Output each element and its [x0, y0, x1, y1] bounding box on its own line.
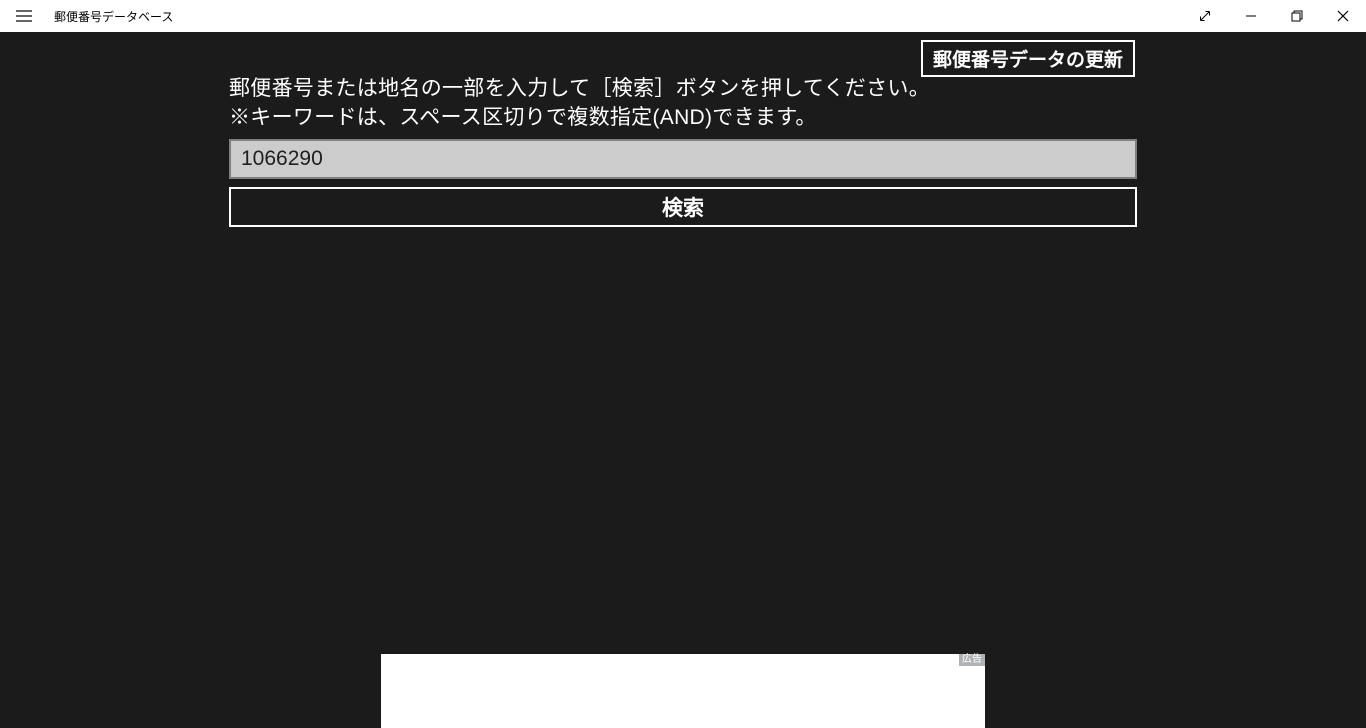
instructions-line1: 郵便番号または地名の一部を入力して［検索］ボタンを押してください。	[229, 74, 1137, 103]
search-button[interactable]: 検索	[229, 187, 1137, 227]
instructions-line2: ※キーワードは、スペース区切りで複数指定(AND)できます。	[229, 103, 1137, 132]
window-controls	[1182, 0, 1366, 32]
instructions-text: 郵便番号または地名の一部を入力して［検索］ボタンを押してください。 ※キーワード…	[229, 74, 1137, 133]
minimize-button[interactable]	[1228, 0, 1274, 32]
search-panel: 郵便番号または地名の一部を入力して［検索］ボタンを押してください。 ※キーワード…	[229, 74, 1137, 227]
close-icon	[1337, 10, 1349, 22]
fullscreen-icon	[1199, 10, 1211, 22]
search-input[interactable]	[229, 139, 1137, 179]
minimize-icon	[1245, 10, 1257, 22]
close-button[interactable]	[1320, 0, 1366, 32]
ad-area: 広告	[381, 654, 985, 728]
maximize-icon	[1291, 10, 1303, 22]
fullscreen-button[interactable]	[1182, 0, 1228, 32]
ad-badge: 広告	[959, 654, 985, 666]
maximize-button[interactable]	[1274, 0, 1320, 32]
titlebar: 郵便番号データベース	[0, 0, 1366, 32]
hamburger-icon	[16, 10, 32, 22]
app-title: 郵便番号データベース	[54, 8, 173, 25]
content-area: 郵便番号データの更新 郵便番号または地名の一部を入力して［検索］ボタンを押してく…	[0, 32, 1366, 728]
update-data-button[interactable]: 郵便番号データの更新	[921, 40, 1135, 77]
hamburger-menu-button[interactable]	[0, 0, 48, 32]
